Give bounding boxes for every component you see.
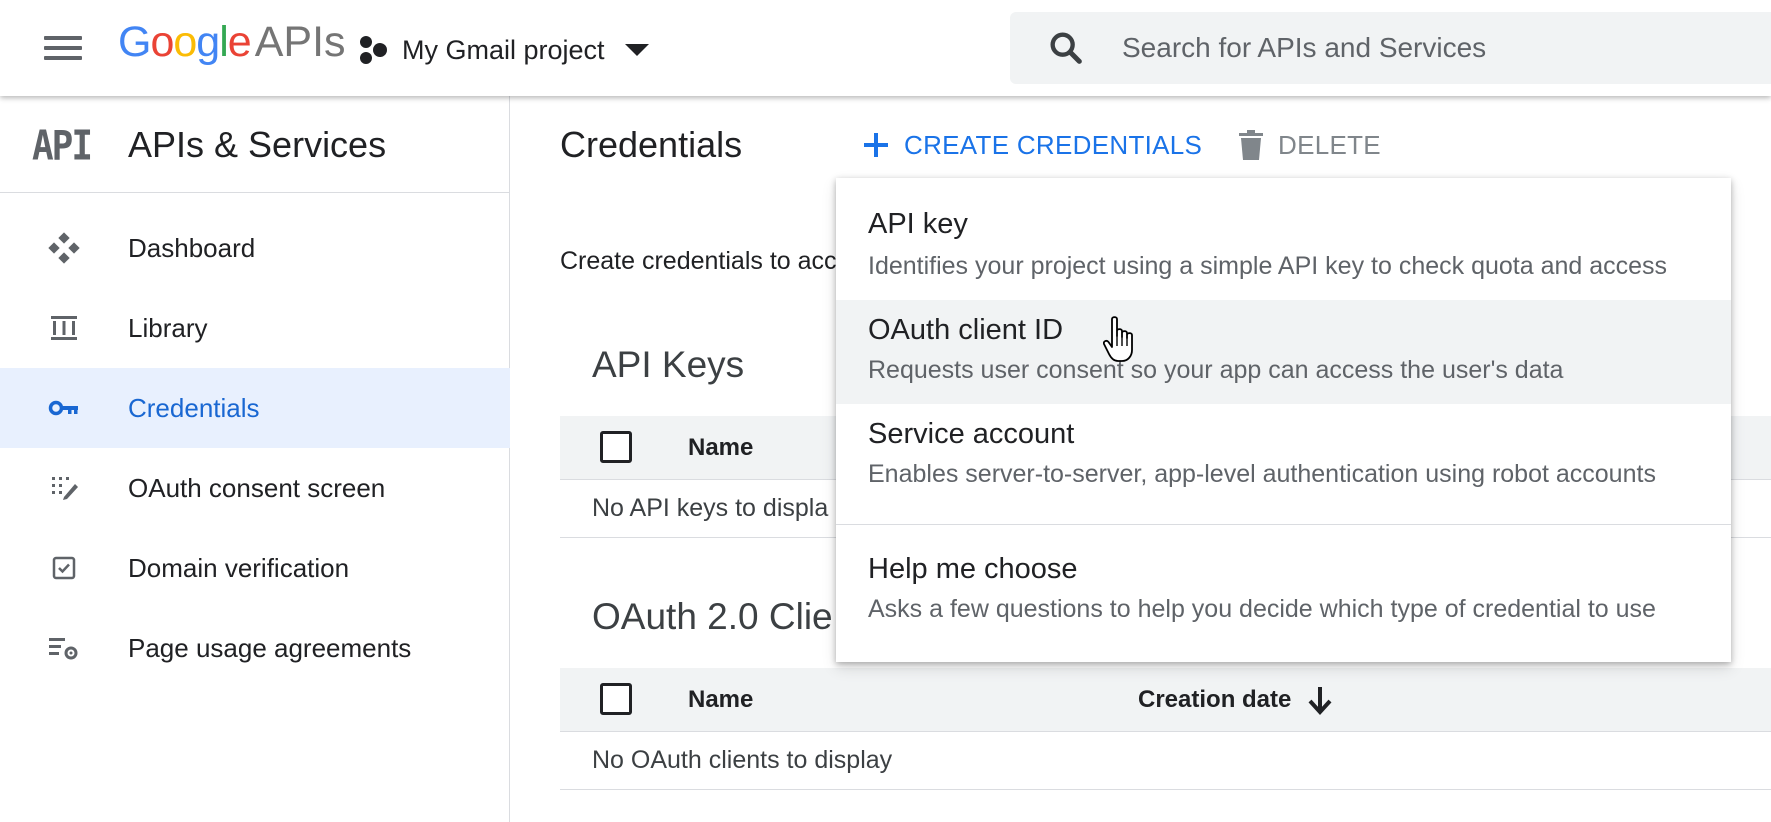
chevron-down-icon: [624, 44, 649, 56]
sidebar-item-label: Page usage agreements: [128, 632, 412, 663]
api-keys-heading: API Keys: [592, 344, 745, 385]
sidebar: API APIs & Services Dashboard Library Cr…: [0, 96, 510, 822]
arrow-down-icon[interactable]: [1306, 684, 1334, 716]
sidebar-item-credentials[interactable]: Credentials: [0, 368, 510, 448]
sidebar-item-page-usage-agreements[interactable]: Page usage agreements: [0, 608, 510, 688]
sidebar-item-label: Dashboard: [128, 232, 256, 263]
page-title: Credentials: [560, 124, 743, 165]
project-selector[interactable]: My Gmail project: [358, 30, 649, 70]
column-header-creation-date[interactable]: Creation date: [1138, 686, 1291, 714]
menu-item-title: Help me choose: [868, 553, 1078, 585]
oauth-empty-row: No OAuth clients to display: [560, 732, 1771, 790]
sidebar-title: APIs & Services: [128, 124, 387, 165]
column-header-name[interactable]: Name: [688, 686, 753, 714]
column-header-name[interactable]: Name: [688, 434, 753, 462]
menu-item-oauth-client-id[interactable]: OAuth client ID Requests user consent so…: [836, 300, 1731, 404]
settings-list-icon: [46, 630, 82, 666]
intro-text: Create credentials to acc: [560, 247, 837, 275]
search-bar[interactable]: [1010, 12, 1771, 84]
sidebar-item-label: Credentials: [128, 392, 260, 423]
create-credentials-menu: API key Identifies your project using a …: [836, 178, 1731, 662]
menu-item-description: Enables server-to-server, app-level auth…: [868, 460, 1656, 488]
menu-item-description: Identifies your project using a simple A…: [868, 252, 1668, 280]
delete-label: DELETE: [1278, 129, 1381, 160]
top-app-bar: Go o g l e APIs My Gmail project: [0, 0, 1771, 96]
sidebar-item-label: Library: [128, 312, 208, 343]
empty-message: No API keys to displa: [592, 494, 829, 522]
menu-item-description: Asks a few questions to help you decide …: [868, 595, 1656, 623]
select-all-checkbox[interactable]: [600, 683, 632, 715]
menu-item-description: Requests user consent so your app can ac…: [868, 356, 1564, 384]
checkbox-icon: [46, 550, 82, 586]
dashboard-icon: [46, 230, 82, 266]
search-input[interactable]: [1120, 23, 1771, 73]
menu-item-title: OAuth client ID: [868, 314, 1064, 346]
library-icon: [46, 310, 82, 346]
sidebar-item-dashboard[interactable]: Dashboard: [0, 208, 510, 288]
project-dots-icon: [360, 36, 387, 64]
sidebar-item-label: OAuth consent screen: [128, 472, 386, 503]
search-icon[interactable]: [1046, 28, 1086, 68]
create-credentials-button[interactable]: CREATE CREDENTIALS: [862, 124, 1202, 166]
create-credentials-label: CREATE CREDENTIALS: [904, 129, 1203, 160]
oauth-table-header: Name Creation date: [560, 668, 1771, 732]
key-icon: [46, 390, 82, 426]
consent-icon: [46, 470, 82, 506]
sidebar-header: API APIs & Services: [0, 96, 510, 193]
trash-icon: [1239, 130, 1263, 160]
empty-message: No OAuth clients to display: [592, 746, 893, 774]
google-apis-logo[interactable]: Go o g l e APIs: [118, 18, 346, 74]
plus-icon: [864, 133, 888, 157]
sidebar-item-oauth-consent-screen[interactable]: OAuth consent screen: [0, 448, 510, 528]
menu-item-title: Service account: [868, 418, 1075, 450]
select-all-checkbox[interactable]: [600, 431, 632, 463]
menu-item-service-account[interactable]: Service account Enables server-to-server…: [836, 404, 1731, 524]
sidebar-item-library[interactable]: Library: [0, 288, 510, 368]
main-menu-icon[interactable]: [38, 30, 88, 66]
menu-item-help-me-choose[interactable]: Help me choose Asks a few questions to h…: [836, 525, 1731, 662]
api-logo-icon: API: [32, 122, 93, 171]
sidebar-item-domain-verification[interactable]: Domain verification: [0, 528, 510, 608]
menu-item-api-key[interactable]: API key Identifies your project using a …: [836, 178, 1731, 300]
hand-cursor-icon: [1103, 316, 1133, 362]
project-name: My Gmail project: [402, 34, 605, 65]
menu-item-title: API key: [868, 208, 968, 240]
sidebar-item-label: Domain verification: [128, 552, 350, 583]
delete-button[interactable]: DELETE: [1238, 124, 1381, 166]
oauth-clients-heading: OAuth 2.0 Clie: [592, 596, 833, 637]
